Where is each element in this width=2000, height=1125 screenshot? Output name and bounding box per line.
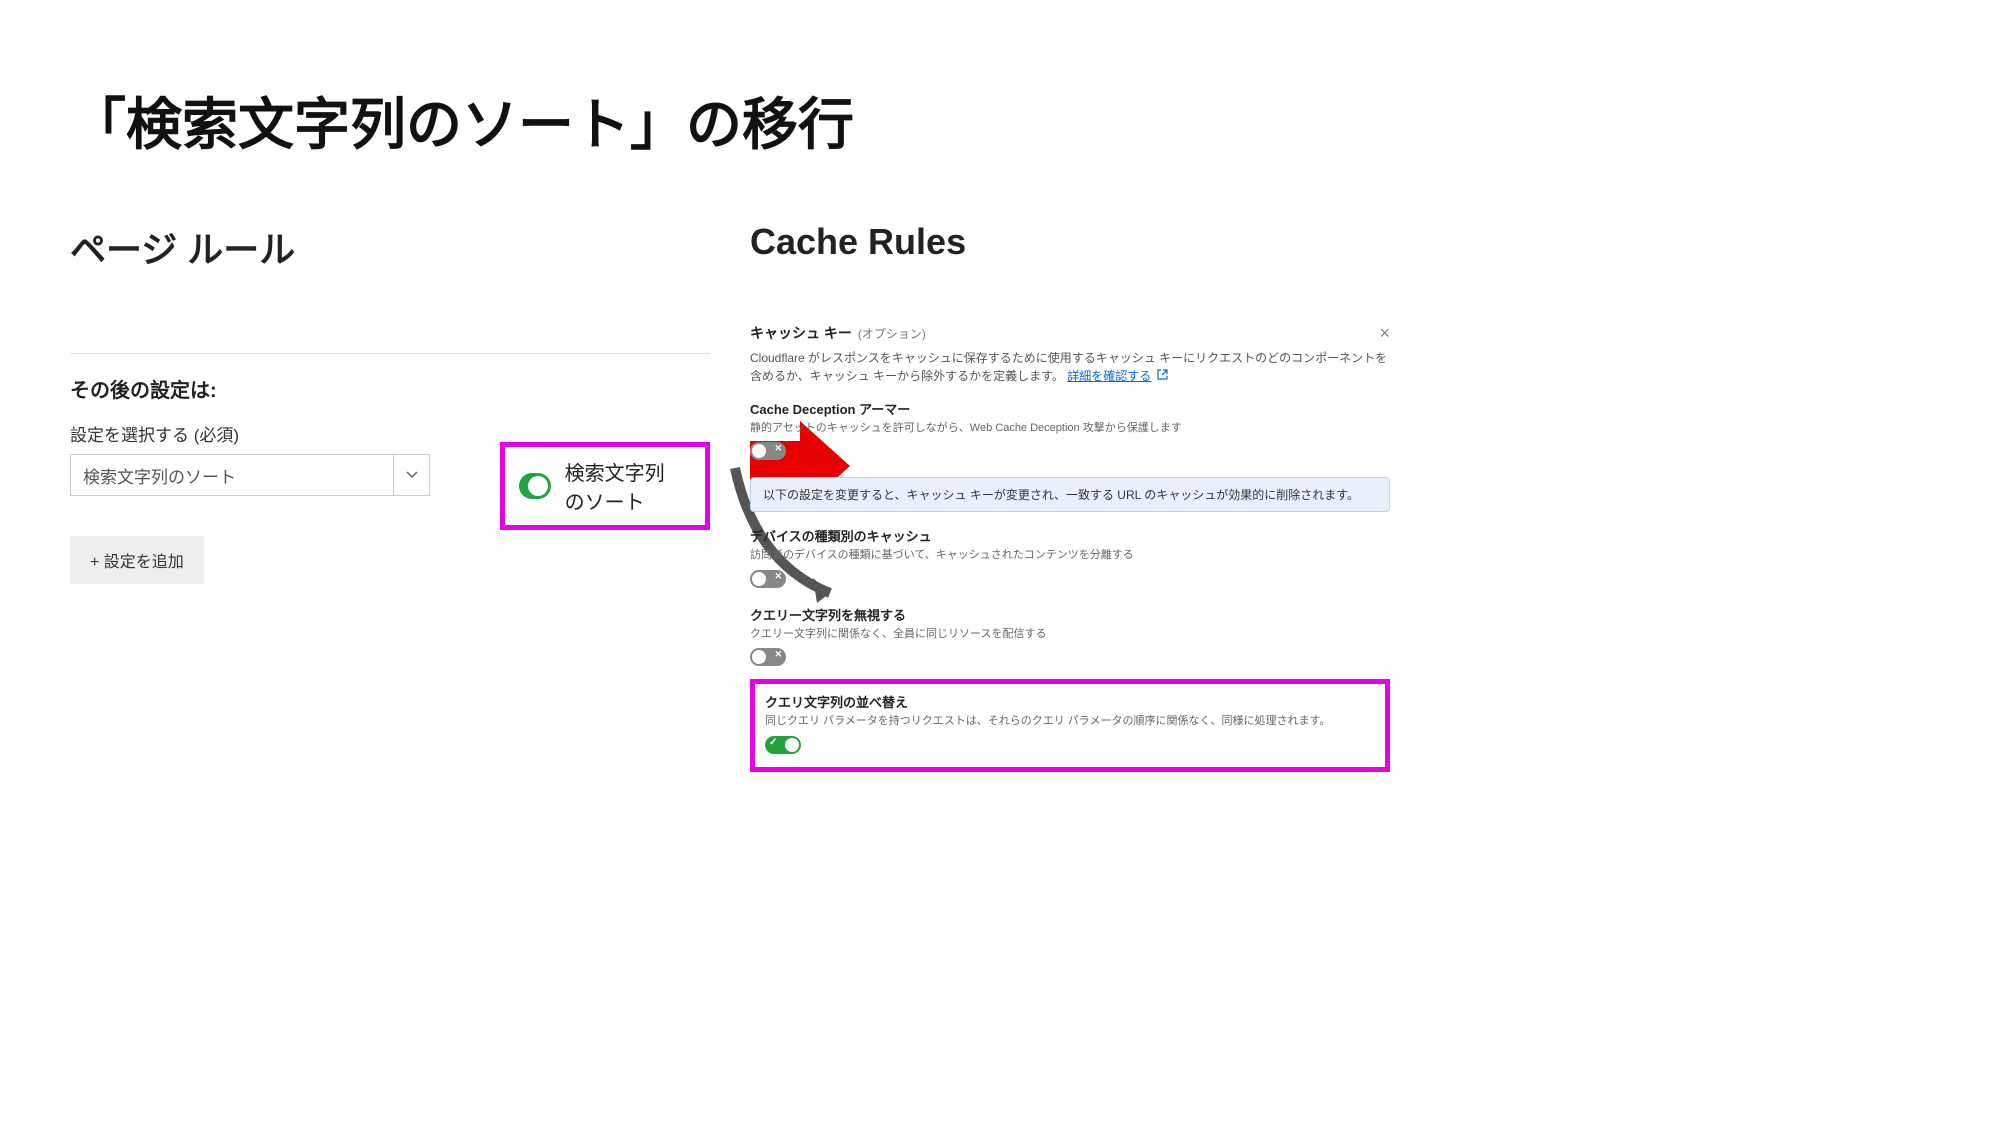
device-type-cache-setting: デバイスの種類別のキャッシュ 訪問者のデバイスの種類に基づいて、キャッシュされた… bbox=[750, 526, 1390, 590]
chevron-down-icon bbox=[393, 455, 429, 495]
ignore-query-toggle[interactable] bbox=[750, 648, 786, 666]
cache-key-optional: (オプション) bbox=[858, 325, 926, 342]
sort-query-toggle[interactable] bbox=[519, 473, 551, 499]
cache-rules-column: Cache Rules × キャッシュ キー (オプション) Cloudflar… bbox=[750, 221, 1930, 772]
cache-deception-setting: Cache Deception アーマー 静的アセットのキャッシュを許可しながら… bbox=[750, 399, 1390, 463]
device-type-toggle[interactable] bbox=[750, 570, 786, 588]
device-type-title: デバイスの種類別のキャッシュ bbox=[750, 526, 1390, 545]
cache-deception-toggle[interactable] bbox=[750, 442, 786, 460]
page-rules-heading: ページ ルール bbox=[70, 221, 710, 273]
ignore-query-desc: クエリー文字列に関係なく、全員に同じリソースを配信する bbox=[750, 627, 1390, 642]
cache-key-description: Cloudflare がレスポンスをキャッシュに保存するために使用するキャッシュ… bbox=[750, 349, 1390, 385]
device-type-desc: 訪問者のデバイスの種類に基づいて、キャッシュされたコンテンツを分離する bbox=[750, 548, 1390, 563]
settings-subheading: その後の設定は: bbox=[70, 374, 710, 403]
page-rules-column: ページ ルール その後の設定は: 設定を選択する (必須) 検索文字列のソート … bbox=[70, 221, 710, 772]
close-icon[interactable]: × bbox=[1379, 323, 1390, 344]
external-link-icon bbox=[1157, 367, 1168, 385]
sort-query-title: クエリ文字列の並べ替え bbox=[765, 692, 1375, 711]
cache-deception-title: Cache Deception アーマー bbox=[750, 399, 1390, 418]
ignore-query-title: クエリー文字列を無視する bbox=[750, 605, 1390, 624]
ignore-query-string-setting: クエリー文字列を無視する クエリー文字列に関係なく、全員に同じリソースを配信する bbox=[750, 605, 1390, 669]
cache-key-title: キャッシュ キー bbox=[750, 323, 852, 343]
setting-select[interactable]: 検索文字列のソート bbox=[70, 454, 430, 496]
cache-key-warning-banner: 以下の設定を変更すると、キャッシュ キーが変更され、一致する URL のキャッシ… bbox=[750, 477, 1390, 512]
add-setting-button[interactable]: + 設定を追加 bbox=[70, 536, 204, 584]
sort-query-toggle-right[interactable] bbox=[765, 736, 801, 754]
select-value: 検索文字列のソート bbox=[71, 463, 393, 488]
cache-key-panel: × キャッシュ キー (オプション) Cloudflare がレスポンスをキャッ… bbox=[750, 323, 1390, 772]
details-link[interactable]: 詳細を確認する bbox=[1067, 369, 1151, 383]
sort-query-desc: 同じクエリ パラメータを持つリクエストは、それらのクエリ パラメータの順序に関係… bbox=[765, 714, 1375, 729]
cache-rules-heading: Cache Rules bbox=[750, 221, 1930, 263]
cache-deception-desc: 静的アセットのキャッシュを許可しながら、Web Cache Deception … bbox=[750, 421, 1390, 436]
sort-query-string-highlight: クエリ文字列の並べ替え 同じクエリ パラメータを持つリクエストは、それらのクエリ… bbox=[750, 679, 1390, 771]
sort-query-toggle-label: 検索文字列のソート bbox=[565, 457, 683, 515]
page-title: 「検索文字列のソート」の移行 bbox=[70, 80, 1930, 161]
sort-query-toggle-highlight: 検索文字列のソート bbox=[500, 442, 710, 530]
